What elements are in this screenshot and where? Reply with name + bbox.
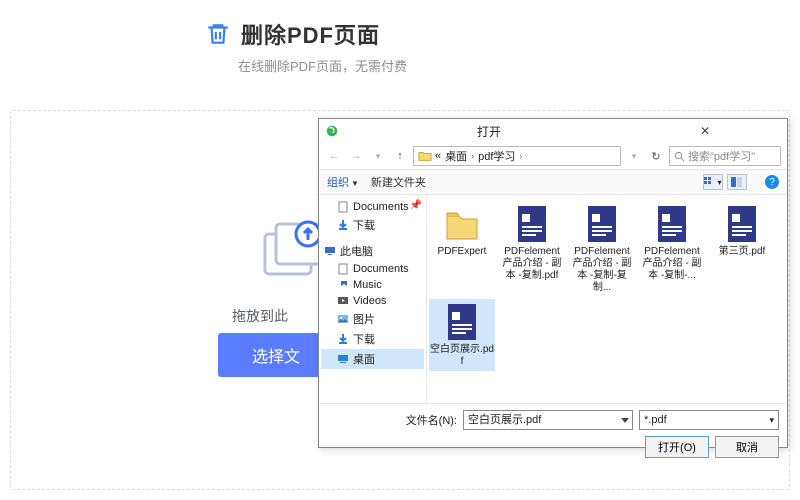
trash-icon <box>205 21 231 47</box>
open-button[interactable]: 打开(O) <box>645 436 709 458</box>
file-item-pdf[interactable]: PDFelement产品介绍 - 副本 -复制-复制... <box>569 201 635 297</box>
view-details-button[interactable] <box>727 174 747 190</box>
tree-item-this-pc[interactable]: 此电脑 <box>321 241 424 261</box>
tree-item[interactable]: Documents <box>321 199 424 215</box>
tree-item[interactable]: Documents <box>321 261 424 277</box>
help-icon[interactable]: ? <box>765 175 779 189</box>
search-input[interactable]: 搜索"pdf学习" <box>669 146 781 166</box>
tree-item-desktop[interactable]: 桌面 <box>321 349 424 369</box>
forward-icon[interactable]: → <box>347 147 365 165</box>
filename-label: 文件名(N): <box>406 412 457 428</box>
chevron-down-icon[interactable]: ▾ <box>625 147 643 165</box>
pin-icon: 📌 <box>410 200 422 211</box>
folder-tree: 📌 Documents 下载 此电脑 Documents Music Video… <box>319 195 427 403</box>
view-icons-button[interactable]: ▾ <box>703 174 723 190</box>
file-item-folder[interactable]: PDFExpert <box>429 201 495 297</box>
breadcrumb[interactable]: « 桌面 › pdf学习 › <box>413 146 621 166</box>
new-folder-button[interactable]: 新建文件夹 <box>371 174 426 190</box>
choose-file-button[interactable]: 选择文 <box>218 333 334 377</box>
file-item-pdf[interactable]: PDFelement产品介绍 - 副本 -复制-... <box>639 201 705 297</box>
cancel-button[interactable]: 取消 <box>715 436 779 458</box>
file-item-pdf[interactable]: 第三页.pdf <box>709 201 775 297</box>
tree-item[interactable]: Music <box>321 277 424 293</box>
page-subtitle: 在线删除PDF页面，无需付费 <box>238 56 800 75</box>
organize-menu[interactable]: 组织▼ <box>327 174 359 190</box>
ie-icon <box>325 124 477 138</box>
close-icon[interactable]: ✕ <box>629 124 781 138</box>
page-title: 删除PDF页面 <box>241 18 380 50</box>
chevron-down-icon[interactable]: ▾ <box>369 147 387 165</box>
file-list: PDFExpert PDFelement产品介绍 - 副本 -复制.pdf PD… <box>427 195 787 403</box>
open-file-dialog: 打开 ✕ ← → ▾ ↑ « 桌面 › pdf学习 › ▾ ↻ 搜索"pdf学习… <box>318 118 788 448</box>
drop-text: 拖放到此 <box>232 306 288 326</box>
filename-input[interactable]: 空白页展示.pdf <box>463 410 633 430</box>
tree-item[interactable]: 下载 <box>321 215 424 235</box>
up-icon[interactable]: ↑ <box>391 147 409 165</box>
refresh-icon[interactable]: ↻ <box>647 150 665 163</box>
back-icon[interactable]: ← <box>325 147 343 165</box>
file-item-pdf[interactable]: PDFelement产品介绍 - 副本 -复制.pdf <box>499 201 565 297</box>
filter-select[interactable]: *.pdf▾ <box>639 410 779 430</box>
file-item-pdf-selected[interactable]: 空白页展示.pdf <box>429 299 495 371</box>
dialog-title: 打开 <box>477 123 629 140</box>
tree-item[interactable]: 图片 <box>321 309 424 329</box>
tree-item[interactable]: Videos <box>321 293 424 309</box>
tree-item[interactable]: 下载 <box>321 329 424 349</box>
